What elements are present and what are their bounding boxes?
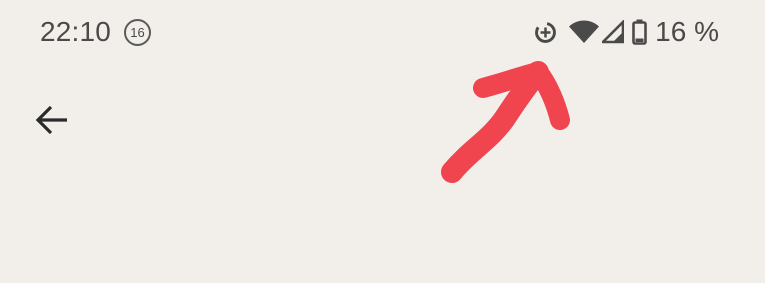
status-clock: 22:10 <box>40 16 112 47</box>
status-bar: 22:10 16 16 % <box>0 0 765 66</box>
battery-icon <box>632 19 647 45</box>
cell-signal-icon <box>602 20 625 44</box>
back-button[interactable] <box>30 98 74 142</box>
wifi-icon <box>569 20 600 44</box>
battery-percentage: 16 % <box>655 16 719 47</box>
arrow-back-icon <box>35 105 67 135</box>
data-saver-icon <box>533 20 558 45</box>
status-icons: 16 % <box>533 14 719 50</box>
notification-count-badge: 16 <box>124 19 151 46</box>
